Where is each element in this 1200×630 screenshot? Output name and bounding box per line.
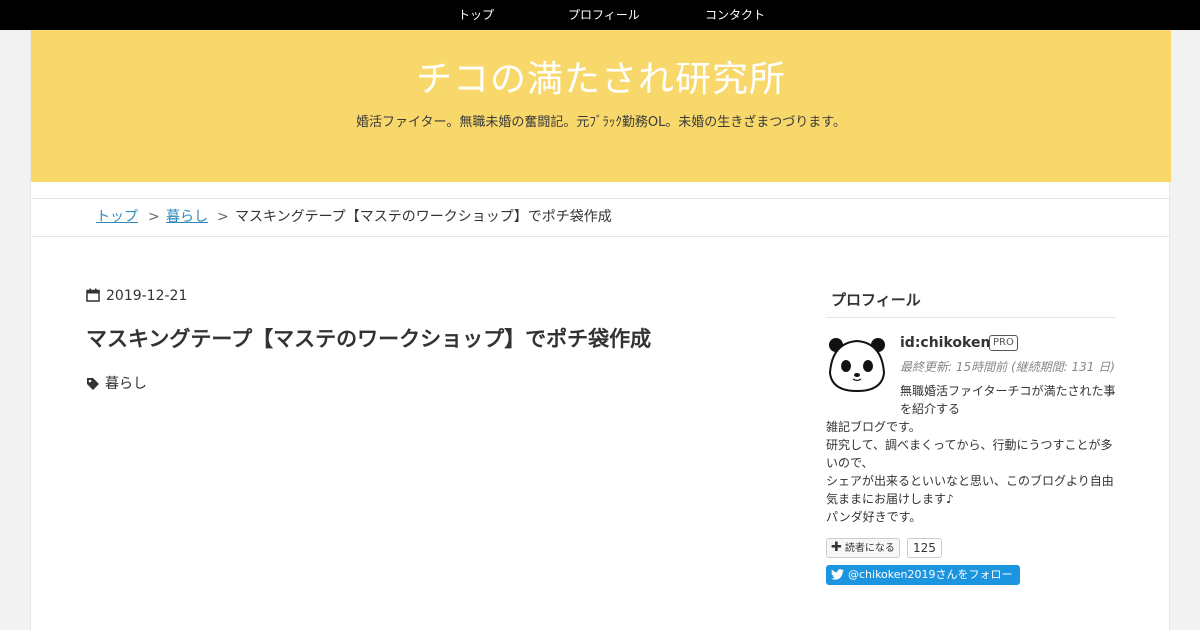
profile-bio-line: 気ままにお届けします♪ xyxy=(826,492,954,506)
profile-bio: 雑記ブログです。 研究して、調べまくってから、行動にうつすことが多 いので、 シ… xyxy=(826,418,1118,526)
calendar-icon xyxy=(86,288,100,302)
sidebar-profile-heading: プロフィール xyxy=(826,288,1116,318)
blog-description: 婚活ファイター。無職未婚の奮闘記。元ﾌﾞﾗｯｸ勤務OL。未婚の生きざまつづります… xyxy=(355,115,847,130)
article-date-text: 2019-12-21 xyxy=(106,288,188,304)
plus-icon: ✚ xyxy=(831,540,842,555)
nav-item-profile[interactable]: プロフィール xyxy=(568,7,640,23)
profile-bio-line: パンダ好きです。 xyxy=(826,510,922,524)
profile-updated: 最終更新: 15時間前 (継続期間: 131 日) xyxy=(900,360,1115,374)
twitter-follow-button[interactable]: @chikoken2019さんをフォロー xyxy=(826,565,1020,585)
twitter-follow-label: @chikoken2019さんをフォロー xyxy=(848,568,1013,581)
top-navigation: トップ プロフィール コンタクト xyxy=(0,0,1200,30)
subscribe-button-label: 読者になる xyxy=(844,543,895,554)
panda-avatar-icon[interactable] xyxy=(826,333,888,395)
blog-header: チコの満たされ研究所 婚活ファイター。無職未婚の奮闘記。元ﾌﾞﾗｯｸ勤務OL。未… xyxy=(31,30,1171,182)
article-category-link[interactable]: 暮らし xyxy=(105,374,147,394)
pro-badge: PRO xyxy=(989,335,1018,351)
profile-bio-line: 雑記ブログです。 xyxy=(826,420,921,434)
breadcrumb-current: マスキングテープ【マステのワークショップ】でポチ袋作成 xyxy=(235,209,612,225)
article-title[interactable]: マスキングテープ【マステのワークショップ】でポチ袋作成 xyxy=(86,323,786,355)
profile-bio-intro: 無職婚活ファイターチコが満たされた事を紹介する xyxy=(900,384,1116,416)
page-container: チコの満たされ研究所 婚活ファイター。無職未婚の奮闘記。元ﾌﾞﾗｯｸ勤務OL。未… xyxy=(30,30,1171,630)
breadcrumb-separator: > xyxy=(148,209,160,225)
nav-item-contact[interactable]: コンタクト xyxy=(705,7,765,23)
reader-count: 125 xyxy=(907,538,942,558)
profile-bio-line: シェアが出来るといいなと思い、このブログより自由 xyxy=(826,474,1114,488)
profile-user-id[interactable]: id:chikoken xyxy=(900,333,990,353)
twitter-bird-icon xyxy=(831,569,844,580)
nav-item-top[interactable]: トップ xyxy=(458,7,494,23)
profile-bio-line: 研究して、調べまくってから、行動にうつすことが多 xyxy=(826,438,1113,452)
breadcrumb-separator: > xyxy=(217,209,229,225)
profile-bio-line: いので、 xyxy=(826,456,874,470)
breadcrumb-home-link[interactable]: トップ xyxy=(96,199,138,236)
breadcrumb-category-link[interactable]: 暮らし xyxy=(166,199,208,236)
subscribe-button[interactable]: ✚ 読者になる xyxy=(826,538,900,558)
breadcrumb: トップ > 暮らし > マスキングテープ【マステのワークショップ】でポチ袋作成 xyxy=(31,198,1171,237)
tag-icon xyxy=(87,378,99,390)
blog-title[interactable]: チコの満たされ研究所 xyxy=(31,58,1171,102)
